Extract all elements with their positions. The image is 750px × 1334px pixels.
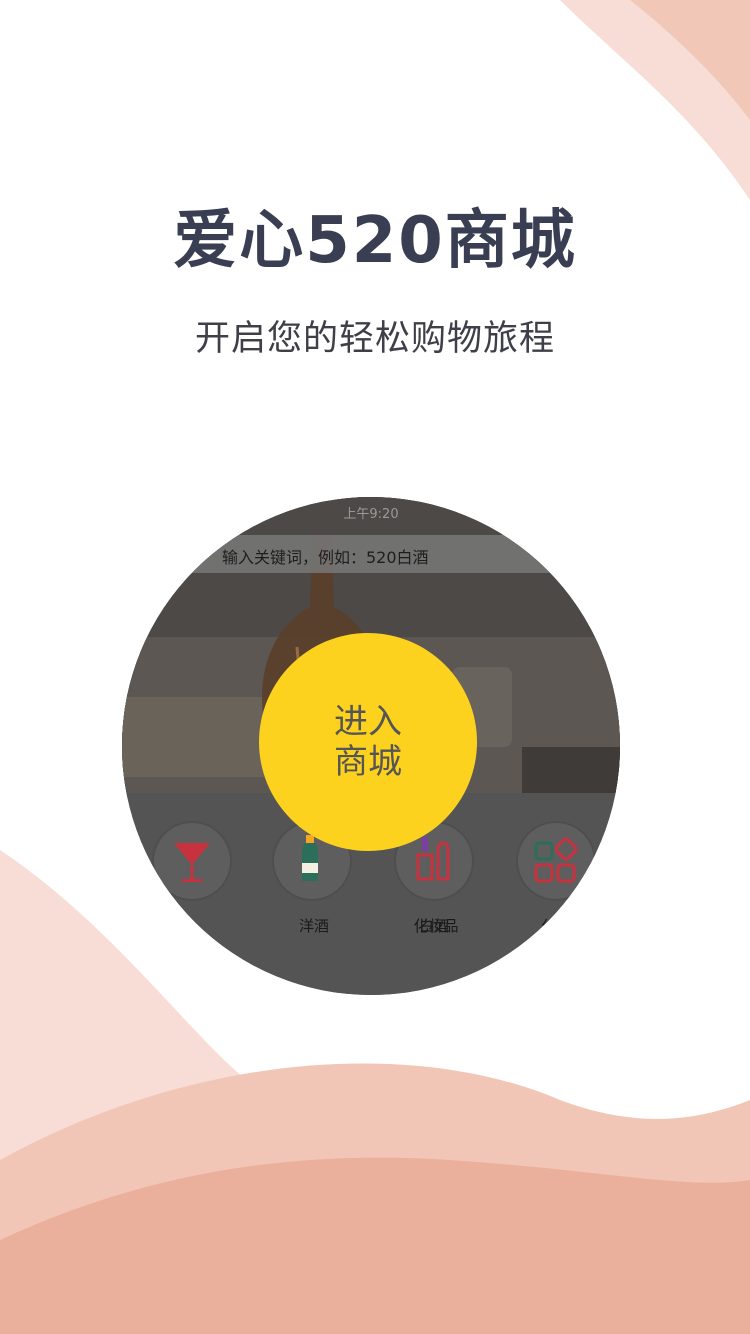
category-label: 分类 bbox=[540, 917, 571, 935]
page-title: 爱心520商城 bbox=[173, 204, 577, 278]
enter-mall-button[interactable]: 进入 商城 bbox=[259, 633, 477, 851]
cocktail-glass-icon bbox=[174, 843, 210, 882]
search-placeholder: 输入关键词，例如：520白酒 bbox=[222, 548, 429, 567]
enter-mall-label-2: 商城 bbox=[334, 742, 402, 782]
category-more[interactable] bbox=[516, 821, 596, 901]
category-label: 洋酒 bbox=[298, 917, 329, 935]
status-time: 上午9:20 bbox=[343, 507, 399, 522]
grid-categories-icon bbox=[534, 837, 578, 883]
category-wine[interactable] bbox=[152, 821, 232, 901]
search-bar[interactable]: 输入关键词，例如：520白酒 bbox=[122, 535, 620, 573]
page-subtitle: 开启您的轻松购物旅程 bbox=[194, 319, 555, 359]
category-label: 化妆品 bbox=[413, 917, 459, 935]
enter-mall-label-1: 进入 bbox=[334, 702, 402, 742]
